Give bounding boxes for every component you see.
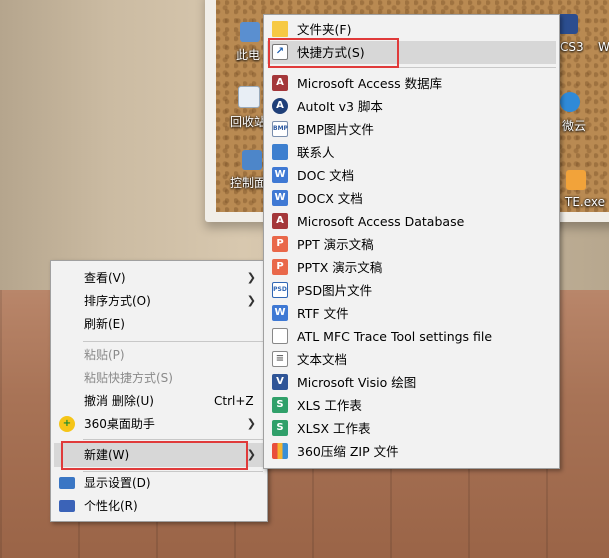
desktop-icon-recycle-bin[interactable]: 回收站 xyxy=(230,113,266,130)
menu-item-label: 查看(V) xyxy=(84,271,126,285)
menu-separator xyxy=(83,439,263,440)
folder-icon xyxy=(272,21,288,37)
menu-separator xyxy=(83,341,263,342)
cloud-icon[interactable] xyxy=(560,92,580,112)
pptx-icon: P xyxy=(272,259,288,275)
submenu-item-access-db[interactable]: A Microsoft Access Database xyxy=(267,210,556,233)
submenu-item-label: PSD图片文件 xyxy=(297,283,373,298)
menu-item-undo-delete[interactable]: 撤消 删除(U) Ctrl+Z xyxy=(54,390,264,412)
menu-item-paste[interactable]: 粘贴(P) xyxy=(54,344,264,366)
personalize-icon xyxy=(59,500,75,512)
menu-item-view[interactable]: 查看(V) ❯ xyxy=(54,267,264,289)
submenu-item-label: DOC 文档 xyxy=(297,168,355,183)
xls-icon: S xyxy=(272,397,288,413)
submenu-item-xls[interactable]: S XLS 工作表 xyxy=(267,394,556,417)
desktop-icon-computer[interactable]: 此电 xyxy=(236,46,260,63)
contact-icon xyxy=(272,144,288,160)
menu-item-label: 个性化(R) xyxy=(84,499,138,513)
desktop-icon-control-panel[interactable]: 控制面 xyxy=(230,174,266,191)
chevron-right-icon: ❯ xyxy=(246,448,256,461)
menu-item-shortcut: Ctrl+Z xyxy=(214,394,254,408)
desktop-icon-weiyun[interactable]: 微云 xyxy=(562,117,586,134)
submenu-item-label: BMP图片文件 xyxy=(297,122,374,137)
computer-icon[interactable] xyxy=(240,22,260,42)
submenu-item-atl[interactable]: ATL MFC Trace Tool settings file xyxy=(267,325,556,348)
annotation-box-shortcut xyxy=(268,38,399,68)
menu-item-360-assistant[interactable]: + 360桌面助手 ❯ xyxy=(54,413,264,435)
desktop-icon-exe[interactable]: TE.exe xyxy=(565,195,605,209)
doc-icon: W xyxy=(272,167,288,183)
menu-item-label: 显示设置(D) xyxy=(84,476,151,490)
submenu-item-doc[interactable]: W DOC 文档 xyxy=(267,164,556,187)
visio-icon: V xyxy=(272,374,288,390)
submenu-item-label: Microsoft Visio 绘图 xyxy=(297,375,417,390)
desktop-icon-w[interactable]: W xyxy=(598,40,609,54)
submenu-item-label: RTF 文件 xyxy=(297,306,349,321)
menu-item-label: 撤消 删除(U) xyxy=(84,394,154,408)
submenu-item-rtf[interactable]: W RTF 文件 xyxy=(267,302,556,325)
submenu-item-pptx[interactable]: P PPTX 演示文稿 xyxy=(267,256,556,279)
submenu-item-text[interactable]: ≡ 文本文档 xyxy=(267,348,556,371)
submenu-item-label: 360压缩 ZIP 文件 xyxy=(297,444,399,459)
exe-icon[interactable] xyxy=(566,170,586,190)
menu-item-display-settings[interactable]: 显示设置(D) xyxy=(54,472,264,494)
360-assistant-icon: + xyxy=(59,416,75,432)
chevron-right-icon: ❯ xyxy=(246,417,256,430)
submenu-item-label: DOCX 文档 xyxy=(297,191,363,206)
submenu-item-label: Microsoft Access 数据库 xyxy=(297,76,443,91)
annotation-box-new xyxy=(61,441,248,470)
submenu-item-contact[interactable]: 联系人 xyxy=(267,141,556,164)
submenu-item-bmp[interactable]: BMP BMP图片文件 xyxy=(267,118,556,141)
bmp-icon: BMP xyxy=(272,121,288,137)
submenu-item-label: PPTX 演示文稿 xyxy=(297,260,383,275)
xlsx-icon: S xyxy=(272,420,288,436)
autoit-icon: A xyxy=(272,98,288,114)
access-icon: A xyxy=(272,75,288,91)
menu-item-label: 粘贴快捷方式(S) xyxy=(84,371,173,385)
desktop-icon-cs3[interactable]: CS3 xyxy=(560,40,584,54)
chevron-right-icon: ❯ xyxy=(246,294,256,307)
submenu-item-label: ATL MFC Trace Tool settings file xyxy=(297,329,493,344)
recycle-bin-icon[interactable] xyxy=(238,86,260,108)
submenu-item-label: 文本文档 xyxy=(297,352,348,367)
submenu-item-label: AutoIt v3 脚本 xyxy=(297,99,383,114)
atl-icon xyxy=(272,328,288,344)
submenu-item-psd[interactable]: PSD PSD图片文件 xyxy=(267,279,556,302)
submenu-item-autoit[interactable]: A AutoIt v3 脚本 xyxy=(267,95,556,118)
submenu-item-label: PPT 演示文稿 xyxy=(297,237,374,252)
ppt-icon: P xyxy=(272,236,288,252)
display-settings-icon xyxy=(59,477,75,489)
menu-item-label: 360桌面助手 xyxy=(84,417,155,431)
app-icon[interactable] xyxy=(558,14,578,34)
chevron-right-icon: ❯ xyxy=(246,271,256,284)
submenu-item-ppt[interactable]: P PPT 演示文稿 xyxy=(267,233,556,256)
submenu-item-docx[interactable]: W DOCX 文档 xyxy=(267,187,556,210)
submenu-item-label: XLSX 工作表 xyxy=(297,421,371,436)
menu-item-paste-shortcut[interactable]: 粘贴快捷方式(S) xyxy=(54,367,264,389)
menu-item-sort[interactable]: 排序方式(O) ❯ xyxy=(54,290,264,312)
menu-item-label: 粘贴(P) xyxy=(84,348,125,362)
submenu-item-label: 联系人 xyxy=(297,145,335,160)
menu-item-refresh[interactable]: 刷新(E) xyxy=(54,313,264,335)
menu-item-label: 排序方式(O) xyxy=(84,294,151,308)
desktop-context-menu: 查看(V) ❯ 排序方式(O) ❯ 刷新(E) 粘贴(P) 粘贴快捷方式(S) … xyxy=(50,260,268,522)
menu-item-label: 刷新(E) xyxy=(84,317,125,331)
submenu-item-access-db-cn[interactable]: A Microsoft Access 数据库 xyxy=(267,72,556,95)
submenu-item-zip[interactable]: 360压缩 ZIP 文件 xyxy=(267,440,556,463)
rtf-icon: W xyxy=(272,305,288,321)
psd-icon: PSD xyxy=(272,282,288,298)
access-icon: A xyxy=(272,213,288,229)
submenu-item-xlsx[interactable]: S XLSX 工作表 xyxy=(267,417,556,440)
submenu-item-visio[interactable]: V Microsoft Visio 绘图 xyxy=(267,371,556,394)
docx-icon: W xyxy=(272,190,288,206)
control-panel-icon[interactable] xyxy=(242,150,262,170)
submenu-item-label: XLS 工作表 xyxy=(297,398,362,413)
menu-item-personalize[interactable]: 个性化(R) xyxy=(54,495,264,517)
submenu-item-label: Microsoft Access Database xyxy=(297,214,465,229)
zip-icon xyxy=(272,443,288,459)
new-submenu: 文件夹(F) ↗ 快捷方式(S) A Microsoft Access 数据库 … xyxy=(263,14,560,469)
text-icon: ≡ xyxy=(272,351,288,367)
